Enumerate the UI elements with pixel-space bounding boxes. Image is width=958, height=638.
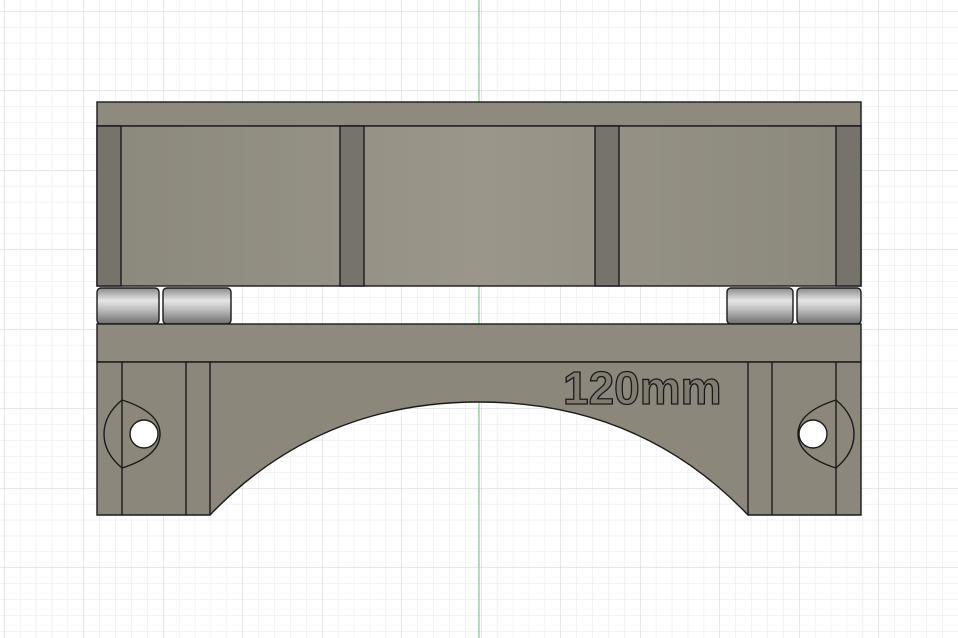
- rib-center-left: [339, 125, 365, 287]
- rib-center-right: [594, 125, 620, 287]
- hinge-right-b[interactable]: [796, 287, 862, 325]
- rib-right-outer: [835, 125, 862, 287]
- lower-bar: [96, 323, 862, 363]
- hinge-left-b[interactable]: [162, 287, 232, 325]
- viewport-canvas[interactable]: 120mm: [0, 0, 958, 638]
- rib-left-outer: [96, 125, 122, 287]
- mounting-hole-right[interactable]: [798, 419, 828, 449]
- mounting-hole-left[interactable]: [129, 419, 159, 449]
- cad-viewport[interactable]: 120mm: [0, 0, 958, 638]
- upper-body: [96, 125, 862, 287]
- top-bar: [96, 101, 862, 127]
- engraving-label: 120mm: [563, 362, 722, 414]
- hinge-left-a[interactable]: [96, 287, 160, 325]
- hinge-right-a[interactable]: [726, 287, 794, 325]
